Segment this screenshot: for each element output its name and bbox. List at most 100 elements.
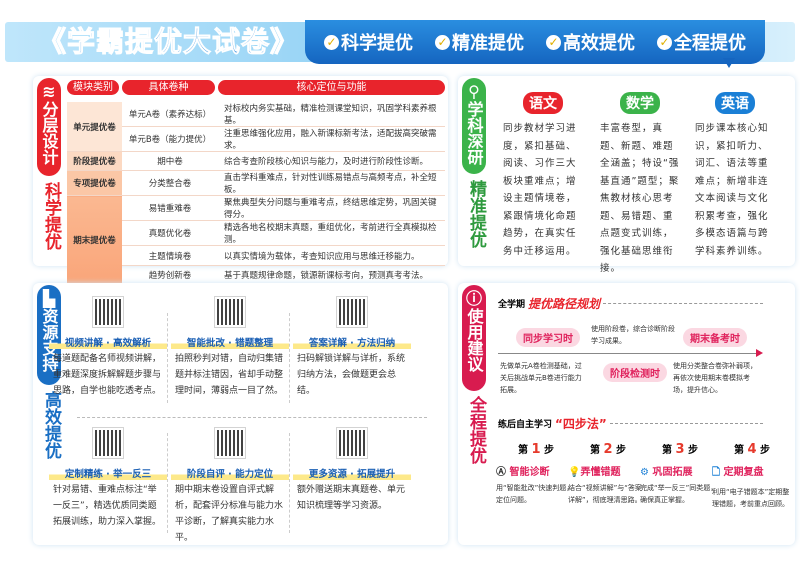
step-title-text: 定期复盘 (723, 467, 764, 478)
step-title-text: 智能诊断 (509, 467, 550, 478)
column-header: 模块类别 (67, 80, 119, 95)
qr-code[interactable] (214, 296, 246, 328)
table-row: 阶段提优卷 期中卷 综合考查阶段核心知识与能力，及时进行阶段性诊断。 (67, 151, 445, 172)
section-label: ⓘ 使用建议 (462, 285, 486, 391)
category-cell: 阶段提优卷 (67, 151, 122, 172)
arrow-head-icon (756, 349, 767, 357)
subject-english: 英语 同步课本核心知识，紧扣听力、词汇、语法等重难点；新增非连文本阅读与文化积累考… (695, 92, 775, 260)
section-label: ≋ 分层设计 (37, 78, 61, 176)
qr-code[interactable] (92, 296, 124, 328)
step-number: 第 2 步 (589, 442, 626, 457)
layered-design-panel: ≋ 分层设计 科学提优 模块类别 具体卷种 核心定位与功能 单元提优卷 单元A卷（素… (33, 76, 448, 286)
resource-item[interactable]: 智能批改 · 错题整理拍照秒判对错，自动归集错题并标注错因，省却手动整理时间，薄… (171, 296, 289, 399)
table-row: 真题优化卷 精选各地名校期末真题，重组优化，考前进行全真模拟检测。 (67, 220, 445, 247)
table-row: 单元B卷（能力提优） 注重思维强化应用，融入新课标新考法，适配拔高突破需求。 (67, 126, 445, 152)
resource-item[interactable]: 更多资源 · 拓展提升 额外赠送期末真题卷、单元知识梳理等学习资源。 (293, 427, 411, 514)
path-title: 提优路径规划 (528, 297, 601, 311)
table-row: 期末提优卷 易错重难卷 聚焦典型失分问题与重难考点，终结思维定势，巩固关键得分。 (67, 195, 445, 286)
slogan-text: 高效提优 (563, 33, 635, 54)
step-number: 第 4 步 (733, 442, 770, 457)
qr-code[interactable] (214, 427, 246, 459)
step-desc: 利用“电子错题本”定期整理错题，考前重点回顾。 (712, 488, 790, 508)
subject-desc: 同步课本核心知识，紧扣听力、词汇、语法等重难点；新增非连文本阅读与文化积累考查，… (695, 123, 769, 257)
type-cell: 单元B卷（能力提优） (122, 126, 218, 152)
table-row: 专项提优卷 分类整合卷 直击学科重难点，针对性训练易错点与高频考点，补全短板。 (67, 170, 445, 197)
desc-cell: 精选各地名校期末真题，重组优化，考前进行全真模拟检测。 (218, 220, 445, 247)
section-label-text: 学科深研 (464, 101, 484, 165)
step-number: 第 3 步 (661, 442, 698, 457)
table-row: 单元提优卷 单元A卷（素养达标） 对标校内务实基础，精准检测课堂知识，巩固学科素养根… (67, 102, 445, 152)
resource-desc: 额外赠送期末真题卷、单元知识梳理等学习资源。 (297, 485, 406, 511)
qr-code[interactable] (336, 427, 368, 459)
section-label-text: 分层设计 (39, 101, 59, 165)
ai-icon: Ⓐ (496, 467, 510, 478)
step-1: 第 1 步 Ⓐ 智能诊断 用“智能批改”快速判题，定位问题。 (496, 441, 576, 506)
resource-item[interactable]: 定制精练 · 举一反三针对易错、重难点标注“举一反三”，精选优质同类题拓展训练，… (49, 427, 167, 530)
resource-desc: 针对易错、重难点标注“举一反三”，精选优质同类题拓展训练，助力深入掌握。 (53, 485, 162, 527)
table-row: 主题情境卷 以真实情境为载体，考查知识应用与思维迁移能力。 (67, 245, 445, 266)
microscope-icon: ⚲ (468, 82, 480, 101)
slogan: ✓ 精准提优 (435, 29, 524, 55)
step-title-text: 弄懂错题 (580, 467, 621, 478)
category-cell: 单元提优卷 (67, 102, 122, 152)
qr-code[interactable] (92, 427, 124, 459)
stage-desc: 使用分类整合卷弥补弱项，再依次使用期末卷模拟考场，提升信心。 (673, 362, 757, 394)
slogan: ✓ 全程提优 (657, 29, 746, 55)
type-cell: 易错重难卷 (122, 195, 218, 222)
stage-label: 阶段检测时 (603, 363, 667, 382)
type-cell: 趋势创新卷 (122, 265, 218, 286)
step-desc: 结合“视频讲解”与“答案详解”，彻底理清思路。 (568, 484, 642, 504)
qr-code[interactable] (336, 296, 368, 328)
subject-badge: 数学 (620, 92, 660, 114)
type-cell: 主题情境卷 (122, 245, 218, 266)
type-cell: 期中卷 (122, 151, 218, 172)
timeline-arrow (498, 353, 760, 354)
subject-chinese: 语文同步教材学习进度，紧扣基础、阅读、习作三大板块重难点；增设主题情境卷，紧跟情… (503, 92, 583, 260)
section-label: ⚲ 学科深研 (462, 78, 486, 174)
paper-types-table: 单元提优卷 单元A卷（素养达标） 对标校内务实基础，精准检测课堂知识，巩固学科素养根… (67, 102, 445, 286)
type-cell: 单元A卷（素养达标） (122, 102, 218, 127)
resource-item[interactable]: 答案详解 · 方法归纳 扫码解锁详解与详析，系统归纳方法，会做题更会总结。 (293, 296, 411, 399)
step-title-text: 巩固拓展 (652, 467, 693, 478)
step-title: Ⓐ 智能诊断 (496, 463, 576, 478)
step-num: 1 (531, 442, 541, 457)
path-heading: 全学期 提优路径规划 (498, 295, 763, 312)
slogan-text: 全程提优 (674, 33, 746, 54)
method-title: “四步法” (555, 417, 607, 431)
stage-label: 期末备考时 (683, 328, 747, 347)
divider (289, 313, 290, 403)
stage-desc: 使用阶段卷，综合诊断阶段学习成果。 (591, 325, 675, 345)
step-4: 第 4 步 🗋 定期复盘利用“电子错题本”定期整理错题，考前重点回顾。 (712, 441, 792, 510)
subject-badge: 语文 (523, 92, 563, 114)
resource-item[interactable]: 阶段自评 · 能力定位 期中期末卷设置自评式解析，配套评分标准与能力水平诊断，了解… (171, 427, 289, 546)
resource-desc: 期中期末卷设置自评式解析，配套评分标准与能力水平诊断，了解真实能力水平。 (175, 485, 284, 543)
method-prefix: 练后自主学习 (498, 420, 553, 430)
step-num: 2 (603, 442, 613, 457)
step-desc: 用“智能批改”快速判题，定位问题。 (496, 484, 574, 504)
divider (603, 303, 763, 304)
divider (167, 313, 168, 403)
desc-cell: 直击学科重难点，针对性训练易错点与高频考点，补全短板。 (218, 170, 445, 197)
type-cell: 分类整合卷 (122, 170, 218, 197)
resource-title: 定制精练 · 举一反三 (49, 466, 167, 480)
desc-cell: 综合考查阶段核心知识与能力，及时进行阶段性诊断。 (218, 151, 445, 172)
book-title: 《学霸提优大试卷》 (37, 25, 300, 59)
path-prefix: 全学期 (498, 300, 526, 310)
step-3: 第 3 步 ⚙ 巩固拓展完成“举一反三”同类题，确保真正掌握。 (640, 441, 720, 506)
layers-icon: ≋ (42, 82, 56, 101)
desc-cell: 对标校内务实基础，精准检测课堂知识，巩固学科素养根基。 (218, 102, 445, 127)
category-cell: 期末提优卷 (67, 195, 122, 286)
column-header: 核心定位与功能 (218, 80, 445, 95)
resource-item[interactable]: 视频讲解 · 高效解析 每道题配备名师视频讲解，重难题深度拆解解题步骤与思路，自学… (49, 296, 167, 399)
step-desc: 完成“举一反三”同类题，确保真正掌握。 (640, 484, 718, 504)
slogan-text: 精准提优 (452, 33, 524, 54)
resource-title: 智能批改 · 错题整理 (171, 335, 289, 349)
column-header: 具体卷种 (122, 80, 215, 95)
section-subtitle: 精准提优 (466, 180, 486, 248)
resource-title: 视频讲解 · 高效解析 (49, 335, 167, 349)
subject-desc: 同步教材学习进度，紧扣基础、阅读、习作三大板块重难点；增设主题情境卷，紧跟情境化… (503, 123, 577, 257)
gear-icon: ⚙ (640, 467, 653, 478)
resource-desc: 拍照秒判对错，自动归集错题并标注错因，省却手动整理时间，薄弱点一目了然。 (175, 354, 284, 396)
document-search-icon: 🗋 (712, 467, 724, 478)
slogan-text: 科学提优 (341, 33, 413, 54)
